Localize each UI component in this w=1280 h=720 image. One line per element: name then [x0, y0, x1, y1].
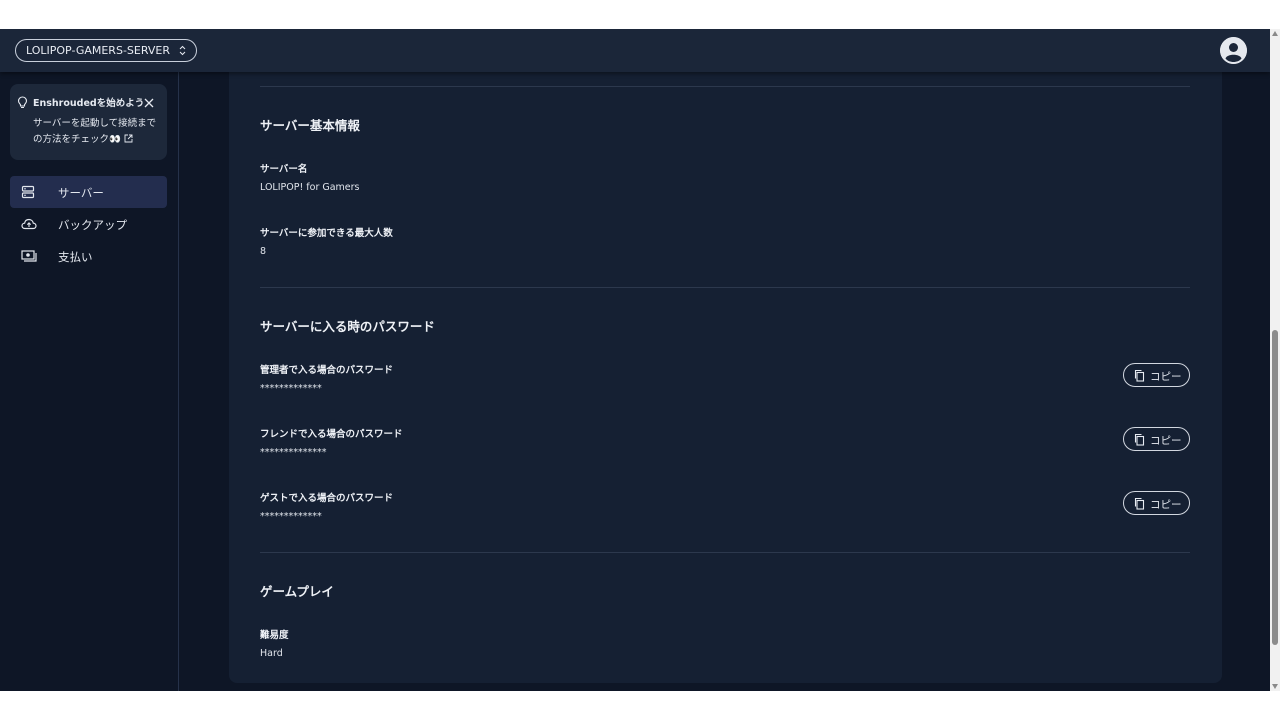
server-icon: [21, 185, 35, 202]
section-title-passwords: サーバーに入る時のパスワード: [260, 319, 435, 334]
friend-password-label: フレンドで入る場合のパスワード: [260, 429, 403, 440]
copy-icon: [1134, 433, 1145, 449]
friend-password-value: **************: [260, 447, 327, 458]
payment-icon: [21, 249, 37, 266]
sidebar-item-server[interactable]: サーバー: [10, 176, 167, 208]
copy-icon: [1134, 497, 1145, 513]
lightbulb-icon: [17, 94, 28, 113]
guest-password-label: ゲストで入る場合のパスワード: [260, 493, 394, 504]
max-players-value: 8: [260, 246, 267, 257]
copy-button-label: コピー: [1150, 499, 1182, 511]
getting-started-tip: Enshroudedを始めよう サーバーを起動して接続まで の方法をチェック👀: [10, 84, 167, 160]
copy-button-label: コピー: [1150, 371, 1182, 383]
sidebar-item-backup[interactable]: バックアップ: [10, 208, 167, 240]
divider: [260, 552, 1190, 553]
account-circle-icon[interactable]: [1220, 37, 1247, 64]
copy-icon: [1134, 369, 1145, 385]
unfold-chevrons-icon: [179, 40, 186, 69]
guest-password-value: *************: [260, 511, 322, 522]
sidebar-item-label: サーバー: [58, 186, 104, 200]
section-title-basic-info: サーバー基本情報: [260, 118, 360, 133]
top-bar: LOLIPOP-GAMERS-SERVER: [0, 29, 1270, 72]
section-title-gameplay: ゲームプレイ: [260, 584, 334, 599]
scroll-down-arrow-icon[interactable]: [1272, 684, 1278, 689]
tip-body-line1: サーバーを起動して接続まで: [33, 118, 157, 129]
admin-password-label: 管理者で入る場合のパスワード: [260, 365, 394, 376]
copy-admin-password-button[interactable]: コピー: [1123, 363, 1190, 387]
scroll-up-arrow-icon[interactable]: [1272, 31, 1278, 36]
tip-link[interactable]: の方法をチェック👀: [33, 132, 133, 149]
divider: [260, 86, 1190, 87]
tip-title: Enshroudedを始めよう: [33, 98, 145, 109]
sidebar-item-label: 支払い: [58, 250, 93, 264]
server-settings-card: サーバー基本情報 サーバー名 LOLIPOP! for Gamers サーバーに…: [229, 72, 1222, 683]
eyes-emoji: 👀: [109, 134, 121, 145]
copy-guest-password-button[interactable]: コピー: [1123, 491, 1190, 515]
scrollbar-thumb[interactable]: [1272, 330, 1278, 645]
server-selector-label: LOLIPOP-GAMERS-SERVER: [26, 44, 170, 57]
tip-body-line2: の方法をチェック: [33, 134, 110, 145]
server-selector[interactable]: LOLIPOP-GAMERS-SERVER: [15, 39, 197, 62]
cloud-upload-icon: [21, 217, 37, 234]
server-name-label: サーバー名: [260, 164, 308, 175]
copy-button-label: コピー: [1150, 435, 1182, 447]
server-name-value: LOLIPOP! for Gamers: [260, 182, 360, 193]
admin-password-value: *************: [260, 383, 322, 394]
divider: [260, 287, 1190, 288]
close-icon[interactable]: [143, 94, 155, 113]
sidebar-item-label: バックアップ: [58, 218, 127, 232]
app-window: LOLIPOP-GAMERS-SERVER Enshroudedを始めよう サー…: [0, 29, 1270, 691]
sidebar: Enshroudedを始めよう サーバーを起動して接続まで の方法をチェック👀 …: [0, 72, 179, 691]
max-players-label: サーバーに参加できる最大人数: [260, 228, 393, 239]
difficulty-value: Hard: [260, 648, 283, 659]
external-link-icon: [124, 133, 133, 149]
copy-friend-password-button[interactable]: コピー: [1123, 427, 1190, 451]
sidebar-item-payment[interactable]: 支払い: [10, 240, 167, 272]
page-scrollbar[interactable]: [1270, 29, 1280, 691]
difficulty-label: 難易度: [260, 630, 289, 641]
